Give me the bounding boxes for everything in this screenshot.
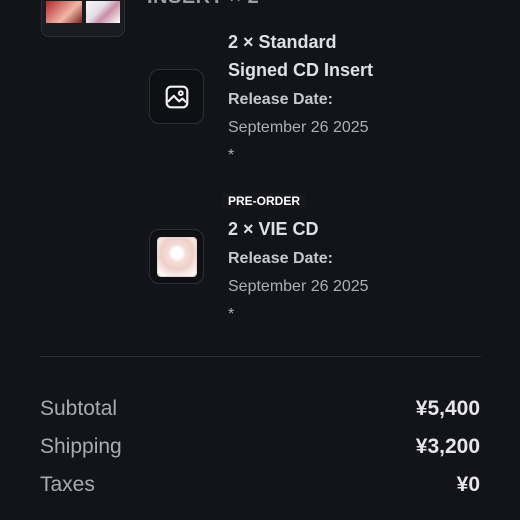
product-thumbnail	[149, 229, 204, 284]
subtotal-row: Subtotal ¥5,400	[40, 394, 480, 424]
shipping-label: Shipping	[40, 435, 122, 458]
taxes-row: Taxes ¥0	[40, 470, 480, 500]
shipping-row: Shipping ¥3,200	[40, 432, 480, 462]
taxes-value: ¥0	[456, 473, 480, 496]
release-date-value: September 26 2025	[228, 119, 369, 136]
product-thumbnail-insert	[41, 0, 125, 37]
release-date-label: Release Date:	[228, 91, 333, 108]
pre-order-badge: PRE-ORDER	[222, 193, 307, 209]
release-date-value: September 26 2025	[228, 278, 369, 295]
item-name-line1: 2 × VIE CD	[228, 219, 319, 239]
subtotal-value: ¥5,400	[415, 397, 480, 420]
shipping-value: ¥3,200	[415, 435, 480, 458]
item-name-line2: Signed CD Insert	[228, 60, 374, 80]
item-name-line1: 2 × Standard	[228, 32, 337, 52]
product-image-right	[86, 1, 120, 23]
cd-cover-image	[157, 237, 196, 276]
taxes-label: Taxes	[40, 473, 95, 496]
top-item-title: INSERT × 2	[147, 0, 259, 9]
product-image-left	[46, 1, 82, 23]
summary-divider	[40, 356, 481, 357]
image-placeholder-icon	[165, 85, 188, 108]
product-thumbnail	[149, 69, 204, 124]
release-date-label: Release Date:	[228, 250, 333, 267]
subtotal-label: Subtotal	[40, 397, 118, 420]
asterisk-note: *	[228, 147, 235, 164]
asterisk-note: *	[228, 306, 235, 323]
